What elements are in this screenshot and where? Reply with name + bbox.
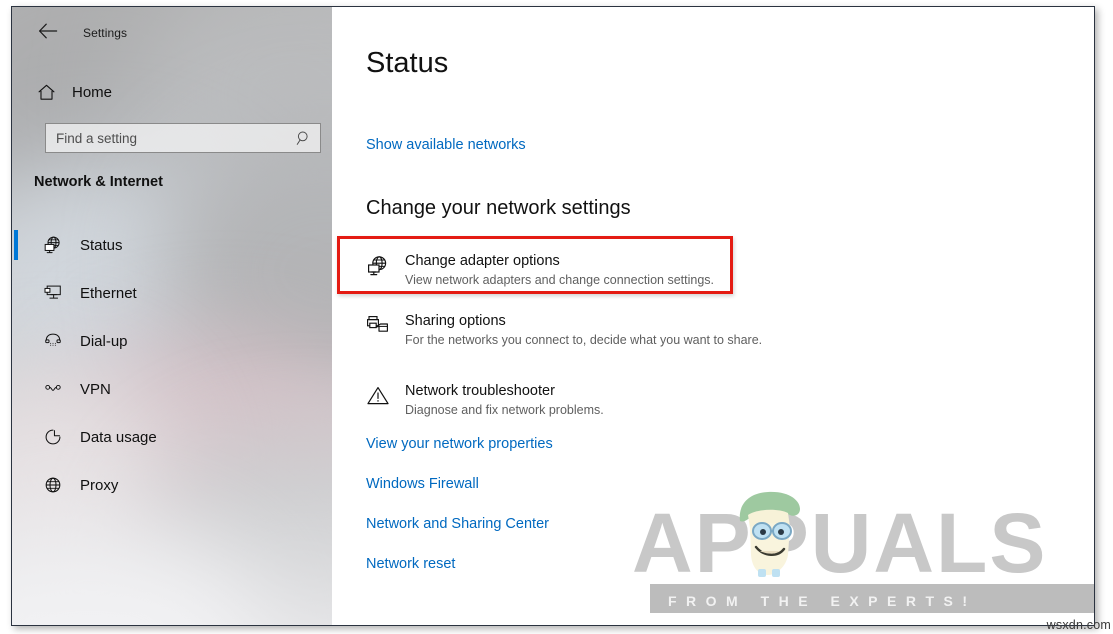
setting-description: For the networks you connect to, decide …: [405, 333, 763, 347]
setting-title: Change adapter options: [405, 253, 560, 269]
sidebar-nav-list: Status Ethernet Dial-up VPN Data usage P…: [12, 221, 332, 509]
setting-change-adapter-options[interactable]: Change adapter options View network adap…: [366, 252, 836, 289]
sidebar-item-label: Ethernet: [80, 284, 137, 302]
link-show-available-networks[interactable]: Show available networks: [366, 137, 526, 153]
globe-monitor-icon: [34, 235, 72, 255]
watermark-tagline: FROM THE EXPERTS!: [668, 593, 977, 609]
sidebar-item-dial-up[interactable]: Dial-up: [12, 317, 332, 365]
selection-indicator: [14, 230, 18, 260]
site-tag: wsxdn.com: [1046, 618, 1111, 632]
sidebar-item-home[interactable]: Home: [26, 75, 316, 109]
watermark-wordmark: APPUALS: [632, 496, 1048, 590]
search-box[interactable]: [45, 123, 321, 153]
link-network-and-sharing-center[interactable]: Network and Sharing Center: [366, 516, 549, 532]
setting-sharing-options[interactable]: Sharing options For the networks you con…: [366, 312, 836, 349]
watermark-banner: [650, 584, 1094, 613]
sidebar-item-status[interactable]: Status: [12, 221, 332, 269]
pie-chart-icon: [34, 427, 72, 447]
link-windows-firewall[interactable]: Windows Firewall: [366, 476, 479, 492]
setting-title: Network troubleshooter: [405, 383, 555, 399]
page-title: Status: [366, 47, 449, 79]
ethernet-icon: [34, 283, 72, 303]
warning-triangle-icon: [366, 382, 402, 408]
sidebar-item-label: Data usage: [80, 428, 157, 446]
sidebar-item-ethernet[interactable]: Ethernet: [12, 269, 332, 317]
sidebar-item-label: VPN: [80, 380, 111, 398]
back-arrow-icon[interactable]: [32, 17, 64, 45]
sidebar-item-label: Proxy: [80, 476, 119, 494]
search-input[interactable]: [46, 129, 290, 147]
dialup-phone-icon: [34, 331, 72, 351]
sidebar-item-label: Home: [72, 83, 113, 101]
sidebar-item-label: Dial-up: [80, 332, 128, 350]
settings-window: Settings Home Find a setting Network & I…: [11, 6, 1095, 626]
settings-sidebar: Settings Home Find a setting Network & I…: [12, 7, 332, 625]
sidebar-group-title: Network & Internet: [34, 174, 163, 190]
globe-icon: [34, 475, 72, 495]
watermark: APPUALS FROM THE EXPERTS!: [632, 491, 1094, 613]
printer-folder-icon: [366, 312, 402, 338]
vpn-icon: [34, 379, 72, 399]
app-title: Settings: [83, 26, 128, 40]
window-titlebar-left: Settings: [12, 7, 332, 53]
setting-description: Diagnose and fix network problems.: [405, 403, 604, 417]
sidebar-item-label: Status: [80, 236, 123, 254]
screenshot-root: Settings Home Find a setting Network & I…: [0, 0, 1113, 634]
sidebar-item-proxy[interactable]: Proxy: [12, 461, 332, 509]
main-content: Status Show available networks Change yo…: [332, 7, 1094, 625]
setting-description: View network adapters and change connect…: [405, 273, 714, 287]
mascot-icon: [739, 491, 800, 577]
setting-title: Sharing options: [405, 313, 506, 329]
home-icon: [26, 83, 66, 102]
section-heading: Change your network settings: [366, 197, 631, 219]
globe-monitor-icon: [366, 252, 402, 278]
sidebar-item-vpn[interactable]: VPN: [12, 365, 332, 413]
link-network-reset[interactable]: Network reset: [366, 556, 455, 572]
link-view-your-network-properties[interactable]: View your network properties: [366, 436, 553, 452]
search-icon[interactable]: [290, 130, 318, 146]
sidebar-item-data-usage[interactable]: Data usage: [12, 413, 332, 461]
setting-network-troubleshooter[interactable]: Network troubleshooter Diagnose and fix …: [366, 382, 836, 419]
